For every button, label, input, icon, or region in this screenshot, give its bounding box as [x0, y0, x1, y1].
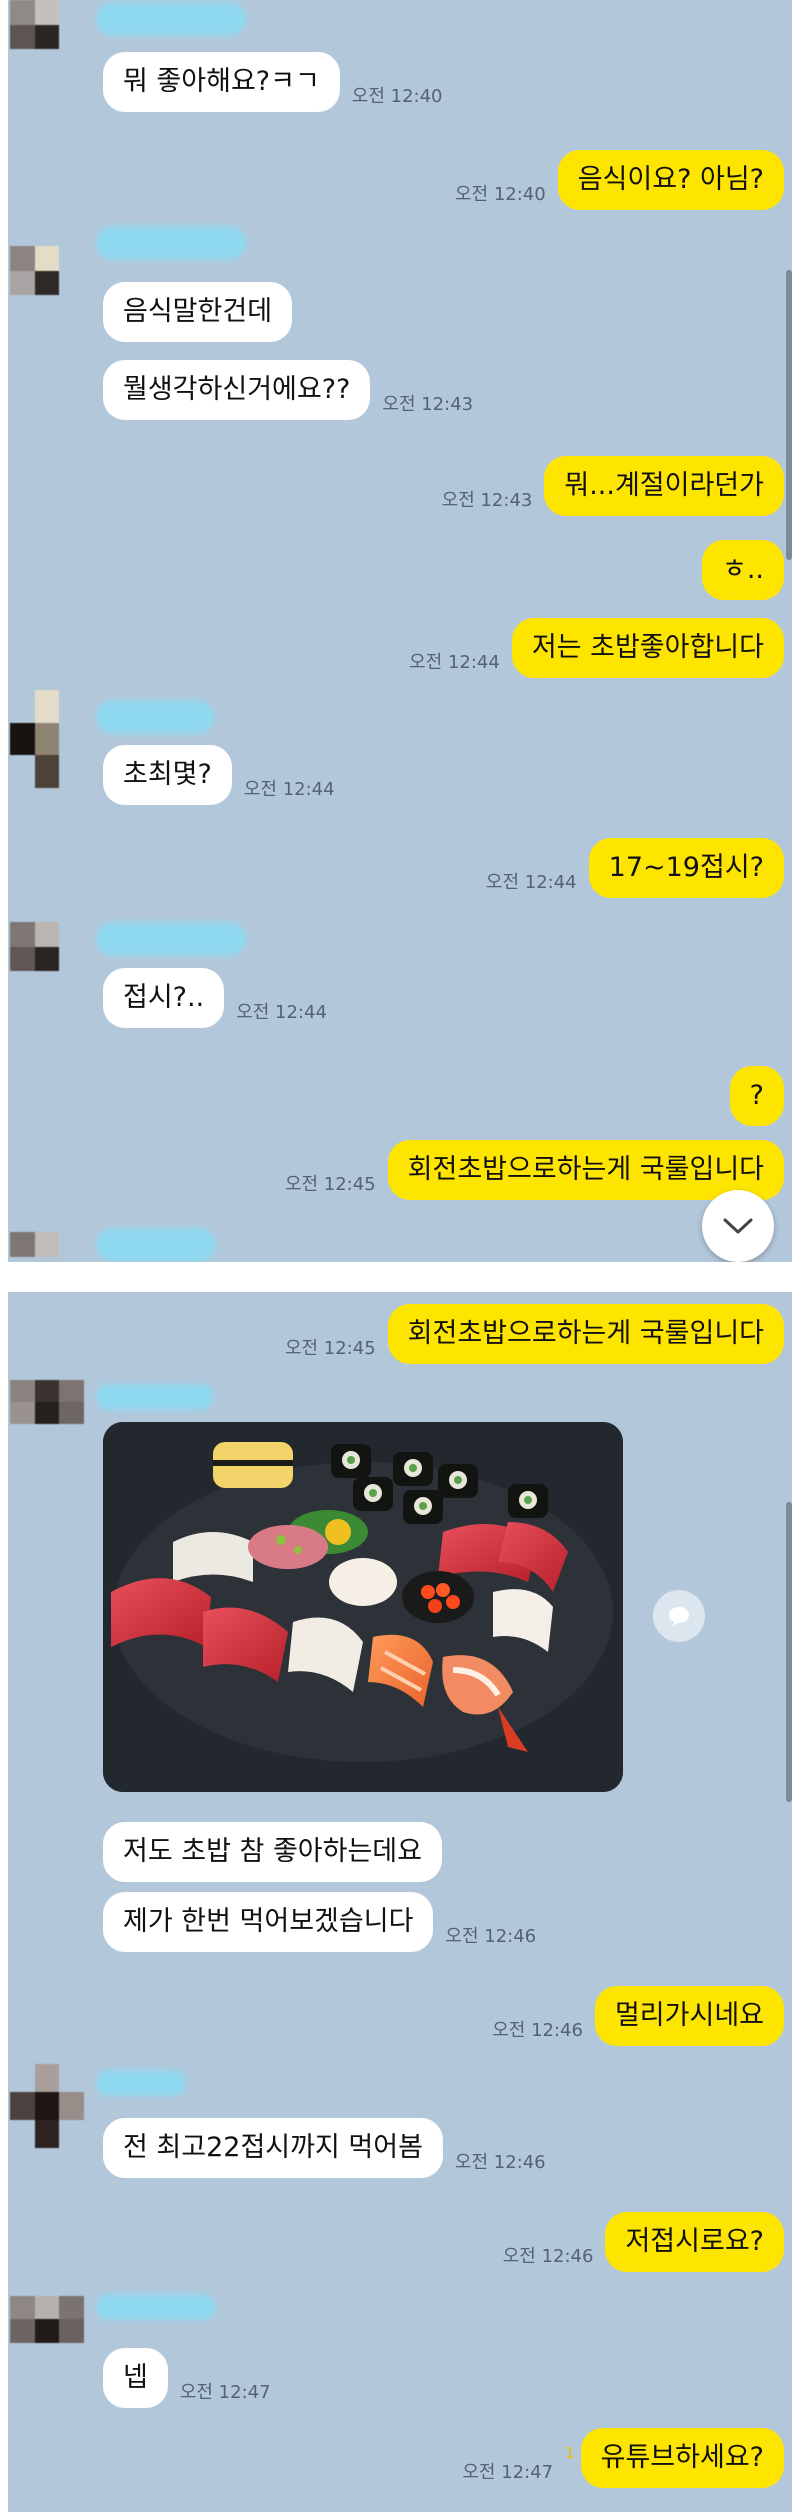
- sushi-photo[interactable]: [103, 1422, 623, 1792]
- message-incoming: 음식말한건데: [103, 282, 293, 342]
- chat-screenshot-2: 회전초밥으로하는게 국룰입니다 오전 12:45 저도 초밥 참 좋아하는데요 …: [8, 1292, 792, 2512]
- message-incoming: 뭐 좋아해요?ㅋㄱ 오전 12:40: [103, 52, 443, 112]
- chevron-down-icon: [723, 1218, 753, 1234]
- avatar[interactable]: [10, 1232, 84, 1262]
- sender-name-blurred: [96, 700, 214, 734]
- avatar[interactable]: [10, 0, 84, 74]
- message-bubble[interactable]: 유튜브하세요?: [580, 2428, 784, 2488]
- message-incoming: 저도 초밥 참 좋아하는데요: [103, 1822, 442, 1882]
- message-bubble[interactable]: 17~19접시?: [588, 838, 784, 898]
- message-time: 오전 12:40: [454, 184, 546, 205]
- message-outgoing: 회전초밥으로하는게 국룰입니다 오전 12:45: [285, 1304, 784, 1364]
- message-bubble[interactable]: 회전초밥으로하는게 국룰입니다: [387, 1304, 784, 1364]
- message-outgoing: ㅎ..: [701, 540, 784, 600]
- sender-name-blurred: [96, 1228, 216, 1262]
- message-incoming: 전 최고22접시까지 먹어봄 오전 12:46: [103, 2118, 546, 2178]
- message-time: 오전 12:46: [502, 2246, 594, 2267]
- message-outgoing: 17~19접시? 오전 12:44: [486, 838, 784, 898]
- message-bubble[interactable]: 음식말한건데: [103, 282, 293, 342]
- avatar[interactable]: [10, 922, 84, 996]
- message-time: 오전 12:45: [284, 1174, 376, 1195]
- unread-count: 1: [565, 2444, 575, 2462]
- scroll-to-bottom-button[interactable]: [702, 1190, 774, 1262]
- message-bubble[interactable]: 저는 초밥좋아합니다: [511, 618, 784, 678]
- message-time: 오전 12:47: [462, 2462, 554, 2483]
- message-bubble[interactable]: 뭐...계절이라던가: [544, 456, 784, 516]
- avatar[interactable]: [10, 690, 84, 788]
- message-bubble[interactable]: 회전초밥으로하는게 국룰입니다: [387, 1140, 784, 1200]
- message-outgoing: ?: [729, 1066, 784, 1126]
- message-outgoing: 뭐...계절이라던가 오전 12:43: [442, 456, 784, 516]
- message-time: 오전 12:44: [409, 652, 500, 673]
- message-time: 오전 12:46: [454, 2152, 546, 2173]
- message-outgoing: 회전초밥으로하는게 국룰입니다 오전 12:45: [285, 1140, 784, 1200]
- message-bubble[interactable]: 접시?..: [103, 968, 225, 1028]
- message-time: 오전 12:44: [243, 779, 335, 800]
- message-bubble[interactable]: ㅎ..: [701, 540, 784, 600]
- message-outgoing: 저접시로요? 오전 12:46: [503, 2212, 784, 2272]
- share-button[interactable]: [653, 1590, 705, 1642]
- sender-name-blurred: [96, 2294, 216, 2320]
- message-bubble[interactable]: 음식이요? 아님?: [557, 150, 784, 210]
- message-time: 오전 12:46: [445, 1926, 537, 1947]
- message-bubble[interactable]: 뭘생각하신거에요??: [103, 360, 371, 420]
- sender-name-blurred: [96, 2070, 186, 2096]
- scrollbar[interactable]: [786, 270, 792, 560]
- message-time: 오전 12:47: [179, 2382, 271, 2403]
- message-bubble[interactable]: 제가 한번 먹어보겠습니다: [103, 1892, 434, 1952]
- sushi-image: [103, 1422, 623, 1792]
- message-bubble[interactable]: 저도 초밥 참 좋아하는데요: [103, 1822, 442, 1882]
- message-time: 오전 12:44: [236, 1002, 327, 1023]
- message-time: 오전 12:40: [351, 86, 443, 107]
- message-incoming: 제가 한번 먹어보겠습니다 오전 12:46: [103, 1892, 536, 1952]
- speech-bubble-icon: [669, 1607, 689, 1626]
- avatar[interactable]: [10, 2064, 84, 2148]
- message-incoming: 뭘생각하신거에요?? 오전 12:43: [103, 360, 473, 420]
- avatar[interactable]: [10, 246, 84, 320]
- sender-name-blurred: [96, 226, 246, 260]
- message-outgoing: 멀리가시네요 오전 12:46: [492, 1986, 784, 2046]
- message-incoming: 넵 오전 12:47: [103, 2348, 271, 2408]
- message-bubble[interactable]: 뭐 좋아해요?ㅋㄱ: [103, 52, 340, 112]
- scrollbar[interactable]: [786, 1502, 792, 1802]
- avatar[interactable]: [10, 2296, 84, 2366]
- message-bubble[interactable]: 저접시로요?: [605, 2212, 784, 2272]
- photo-message[interactable]: [103, 1422, 623, 1792]
- message-bubble[interactable]: ?: [729, 1066, 784, 1126]
- message-time: 오전 12:43: [441, 490, 533, 511]
- message-time: 오전 12:46: [492, 2020, 583, 2041]
- message-time: 오전 12:43: [382, 394, 474, 415]
- sender-name-blurred: [96, 1384, 214, 1410]
- message-bubble[interactable]: 넵: [103, 2348, 168, 2408]
- message-incoming: 접시?.. 오전 12:44: [103, 968, 327, 1028]
- message-bubble[interactable]: 초최몇?: [103, 745, 232, 805]
- message-outgoing: 저는 초밥좋아합니다 오전 12:44: [409, 618, 784, 678]
- message-time: 오전 12:45: [284, 1338, 376, 1359]
- message-bubble[interactable]: 전 최고22접시까지 먹어봄: [103, 2118, 443, 2178]
- message-incoming: 초최몇? 오전 12:44: [103, 745, 335, 805]
- sender-name-blurred: [96, 2, 246, 36]
- chat-screenshot-1: 뭐 좋아해요?ㅋㄱ 오전 12:40 음식이요? 아님? 오전 12:40 음식…: [8, 0, 792, 1262]
- sender-name-blurred: [96, 922, 246, 956]
- message-time: 오전 12:44: [485, 872, 577, 893]
- message-outgoing: 음식이요? 아님? 오전 12:40: [455, 150, 784, 210]
- avatar[interactable]: [10, 1380, 84, 1446]
- message-bubble[interactable]: 멀리가시네요: [594, 1986, 784, 2046]
- message-outgoing: 유튜브하세요? 1 오전 12:47: [462, 2428, 784, 2488]
